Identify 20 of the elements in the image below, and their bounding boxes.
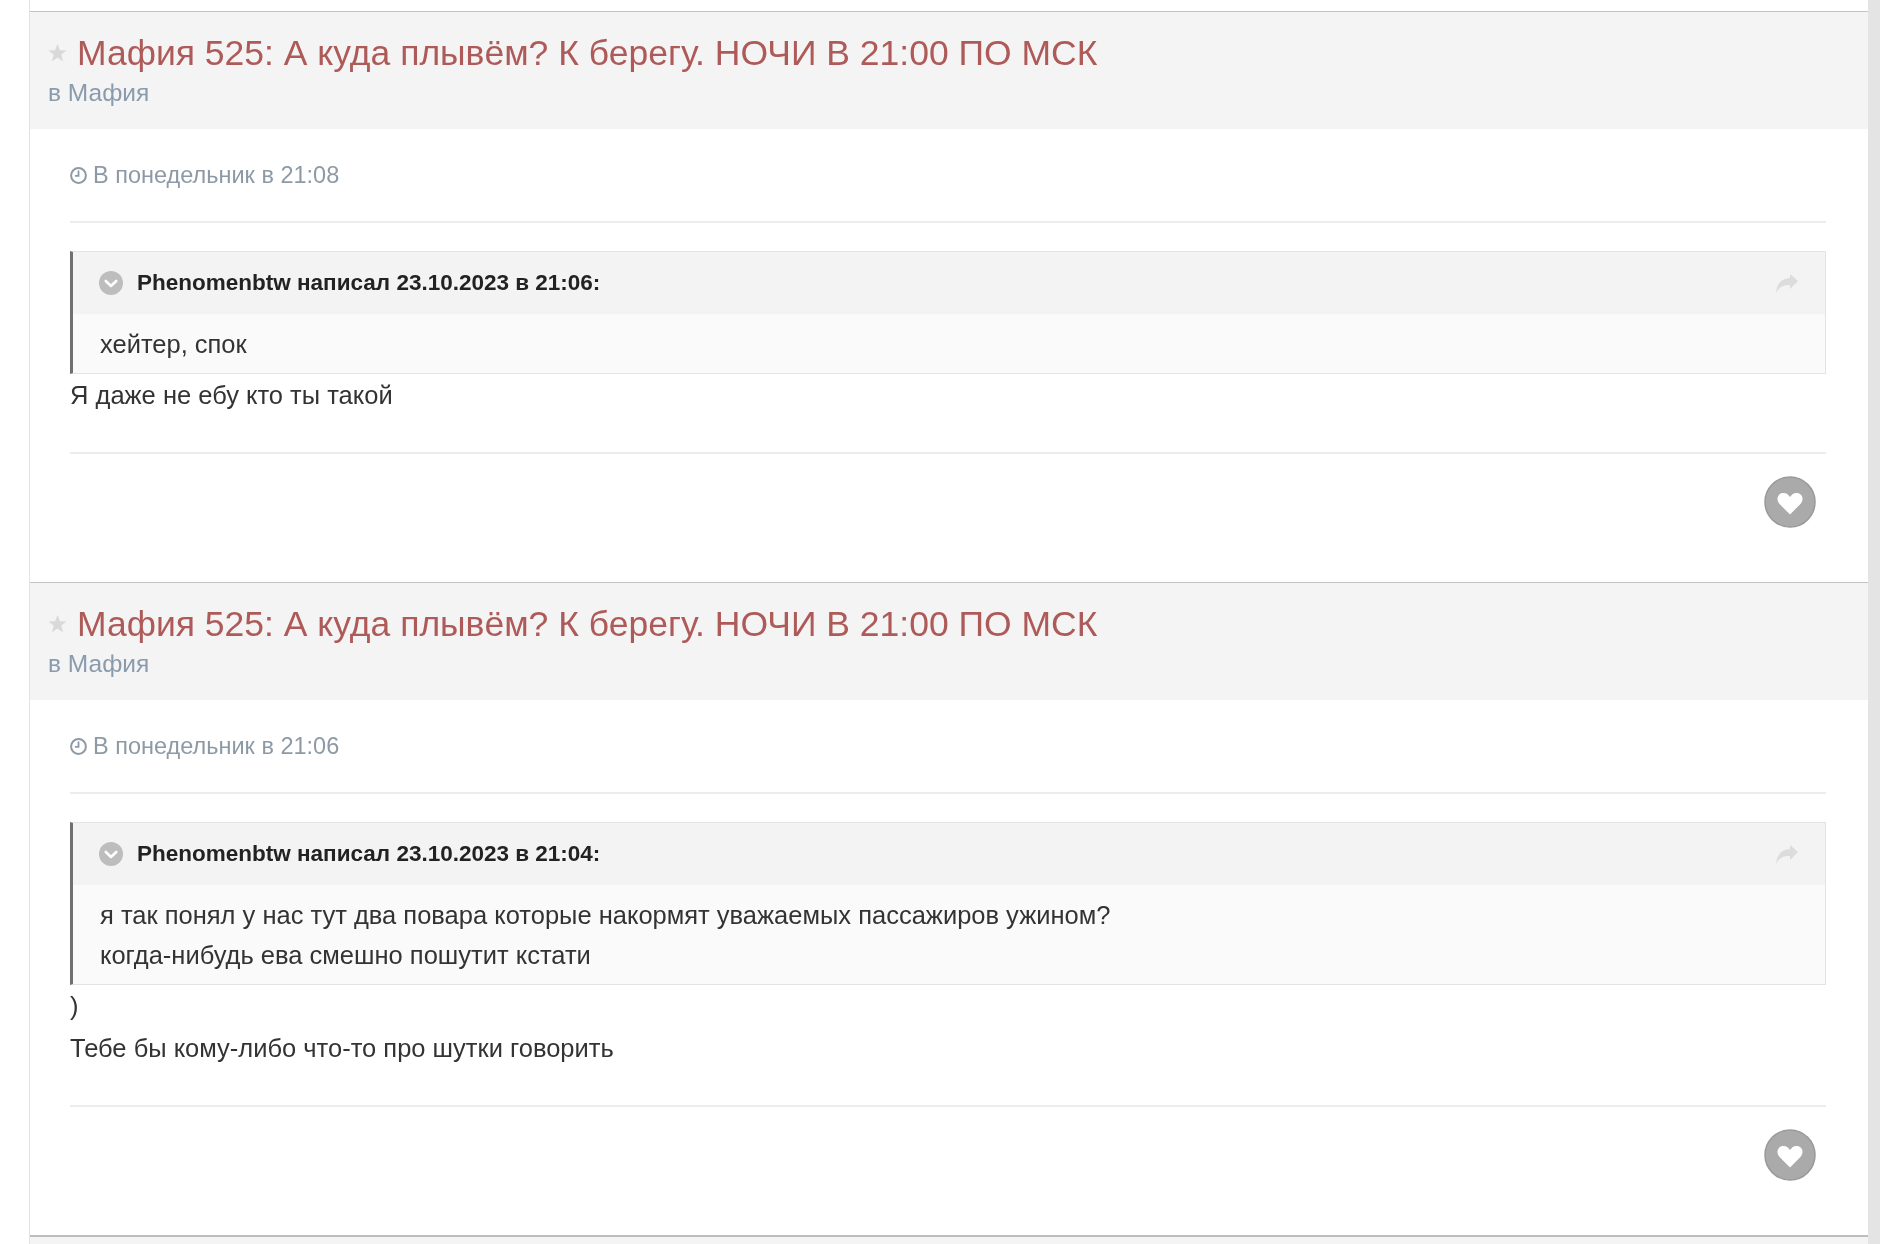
chevron-down-icon[interactable]	[99, 842, 123, 866]
message-text: )	[70, 991, 80, 1022]
quote-author: Phenomenbtw написал 23.10.2023 в 21:04:	[137, 841, 601, 867]
quote-text: я так понял у нас тут два повара которые накормят уважаемых пассажиров ужином?	[100, 900, 1112, 931]
post-timestamp: В понедельник в 21:06	[93, 732, 340, 760]
clock-icon	[70, 737, 87, 755]
quote-text: когда-нибудь ева смешно пошутит кстати	[100, 940, 592, 971]
message-text: Я даже не ебу кто ты такой	[70, 380, 394, 411]
thread-title-link[interactable]: Мафия 525: А куда плывём? К берегу. НОЧИ В 21:00 ПО МСК	[77, 604, 1098, 644]
chevron-down-icon[interactable]	[99, 271, 123, 295]
star-icon[interactable]	[48, 615, 67, 633]
forum-link[interactable]: в Мафия	[48, 650, 150, 678]
star-icon[interactable]	[48, 44, 67, 62]
thread-title-link[interactable]: Мафия 525: А куда плывём? К берегу. НОЧИ В 21:00 ПО МСК	[77, 33, 1098, 73]
forum-link[interactable]: в Мафия	[48, 79, 150, 107]
quote-text: хейтер, спок	[100, 329, 248, 360]
clock-icon	[70, 166, 87, 184]
quote-author: Phenomenbtw написал 23.10.2023 в 21:06:	[137, 270, 601, 296]
post-timestamp: В понедельник в 21:08	[93, 161, 340, 189]
message-text: Тебе бы кому-либо что-то про шутки говорить	[70, 1033, 615, 1064]
